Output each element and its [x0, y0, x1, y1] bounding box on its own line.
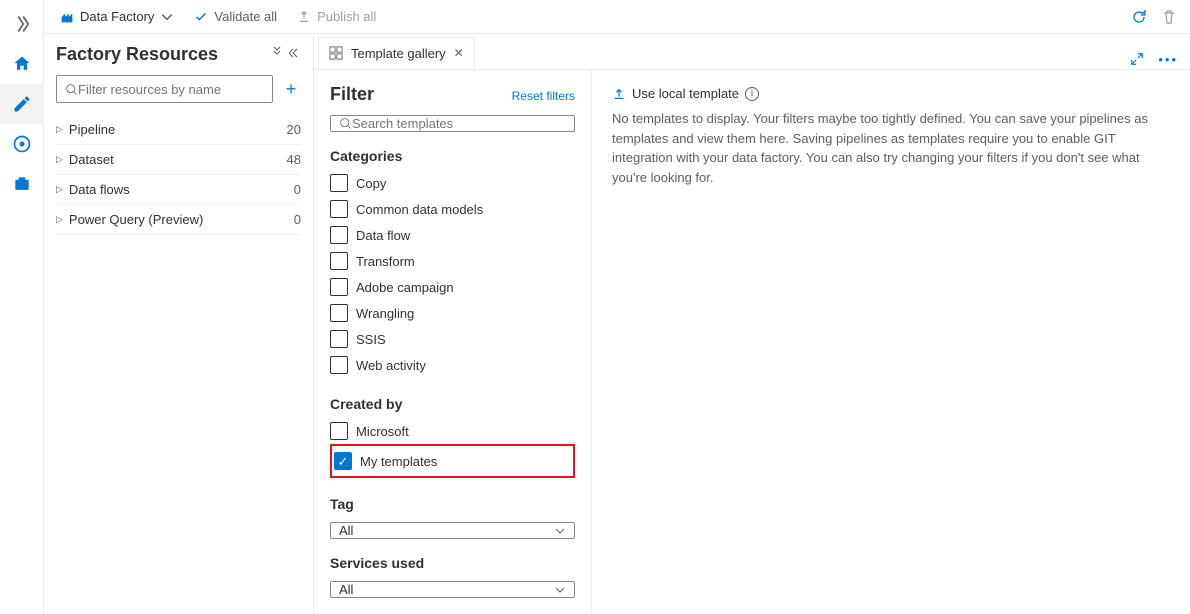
validate-label: Validate all: [214, 9, 277, 24]
publish-icon: [297, 10, 311, 24]
local-template-label: Use local template: [632, 86, 739, 101]
filter-panel: Filter Reset filters Categories Copy Com…: [314, 70, 592, 614]
services-heading: Services used: [330, 555, 575, 571]
factory-icon: [60, 10, 74, 24]
chevron-right-icon: ▷: [56, 184, 63, 195]
resources-title: Factory Resources: [56, 44, 218, 65]
reset-filters-link[interactable]: Reset filters: [512, 89, 575, 103]
refresh-icon: [1131, 9, 1147, 25]
use-local-template-link[interactable]: Use local template i: [612, 86, 1170, 101]
template-search-input[interactable]: [330, 115, 575, 132]
add-resource-button[interactable]: +: [281, 79, 301, 100]
validate-all-button[interactable]: Validate all: [184, 0, 287, 33]
services-dropdown[interactable]: All: [330, 581, 575, 598]
main-area: Data Factory Validate all Publish all Fa…: [44, 0, 1190, 614]
tag-value: All: [339, 523, 353, 538]
factory-dropdown[interactable]: Data Factory: [50, 0, 184, 33]
createdby-checkbox-my-templates[interactable]: My templates: [334, 452, 437, 470]
factory-label: Data Factory: [80, 9, 154, 24]
publish-all-button[interactable]: Publish all: [287, 0, 386, 33]
highlight-box: My templates: [330, 444, 575, 478]
manage-icon[interactable]: [0, 164, 44, 204]
tab-area: Template gallery ✕ ••• Filter Reset filt…: [314, 34, 1190, 614]
top-toolbar: Data Factory Validate all Publish all: [44, 0, 1190, 34]
search-icon: [339, 117, 352, 130]
resource-label: Data flows: [69, 182, 130, 197]
publish-label: Publish all: [317, 9, 376, 24]
category-checkbox-wrangling[interactable]: Wrangling: [330, 304, 575, 322]
resource-count: 0: [294, 212, 301, 227]
info-icon[interactable]: i: [745, 87, 759, 101]
resource-label: Dataset: [69, 152, 114, 167]
category-checkbox-ssis[interactable]: SSIS: [330, 330, 575, 348]
chevron-right-icon: ▷: [56, 154, 63, 165]
category-checkbox-web-activity[interactable]: Web activity: [330, 356, 575, 374]
monitor-icon[interactable]: [0, 124, 44, 164]
factory-resources-panel: Factory Resources +: [44, 34, 314, 614]
validate-icon: [194, 10, 208, 24]
tag-dropdown[interactable]: All: [330, 522, 575, 539]
trash-icon: [1161, 9, 1177, 25]
resources-collapse-icon[interactable]: [289, 47, 301, 62]
created-by-heading: Created by: [330, 396, 575, 412]
chevron-right-icon: ▷: [56, 124, 63, 135]
template-icon: [329, 46, 343, 60]
tag-heading: Tag: [330, 496, 575, 512]
resources-filter-input[interactable]: [56, 75, 273, 103]
resource-item-powerquery[interactable]: ▷ Power Query (Preview) 0: [56, 205, 301, 235]
resource-label: Pipeline: [69, 122, 115, 137]
category-checkbox-data-flow[interactable]: Data flow: [330, 226, 575, 244]
search-icon: [65, 83, 78, 96]
category-checkbox-copy[interactable]: Copy: [330, 174, 575, 192]
resources-expand-icon[interactable]: [271, 47, 283, 62]
tab-label: Template gallery: [351, 46, 446, 61]
expand-tab-button[interactable]: [1130, 52, 1144, 69]
services-value: All: [339, 582, 353, 597]
category-checkbox-adobe-campaign[interactable]: Adobe campaign: [330, 278, 575, 296]
chevron-down-icon: [554, 584, 566, 596]
chevron-right-icon: ▷: [56, 214, 63, 225]
resource-label: Power Query (Preview): [69, 212, 203, 227]
resource-item-pipeline[interactable]: ▷ Pipeline 20: [56, 115, 301, 145]
resource-count: 0: [294, 182, 301, 197]
chevron-down-icon: [160, 10, 174, 24]
author-icon[interactable]: [0, 84, 44, 124]
resource-item-dataset[interactable]: ▷ Dataset 48: [56, 145, 301, 175]
results-panel: Use local template i No templates to dis…: [592, 70, 1190, 614]
category-checkbox-common-data-models[interactable]: Common data models: [330, 200, 575, 218]
tab-template-gallery[interactable]: Template gallery ✕: [318, 37, 475, 69]
delete-button[interactable]: [1154, 9, 1184, 25]
filter-title: Filter: [330, 84, 374, 105]
resource-count: 20: [287, 122, 301, 137]
refresh-button[interactable]: [1124, 9, 1154, 25]
resource-count: 48: [287, 152, 301, 167]
expand-icon: [1130, 52, 1144, 66]
resource-item-dataflows[interactable]: ▷ Data flows 0: [56, 175, 301, 205]
more-tab-button[interactable]: •••: [1158, 52, 1178, 69]
category-checkbox-transform[interactable]: Transform: [330, 252, 575, 270]
empty-state-message: No templates to display. Your filters ma…: [612, 109, 1170, 187]
home-icon[interactable]: [0, 44, 44, 84]
chevron-down-icon: [554, 525, 566, 537]
createdby-checkbox-microsoft[interactable]: Microsoft: [330, 422, 575, 440]
left-nav-rail: [0, 0, 44, 614]
tab-close-button[interactable]: ✕: [454, 46, 464, 60]
upload-icon: [612, 87, 626, 101]
categories-heading: Categories: [330, 148, 575, 164]
expand-rail-button[interactable]: [0, 4, 44, 44]
